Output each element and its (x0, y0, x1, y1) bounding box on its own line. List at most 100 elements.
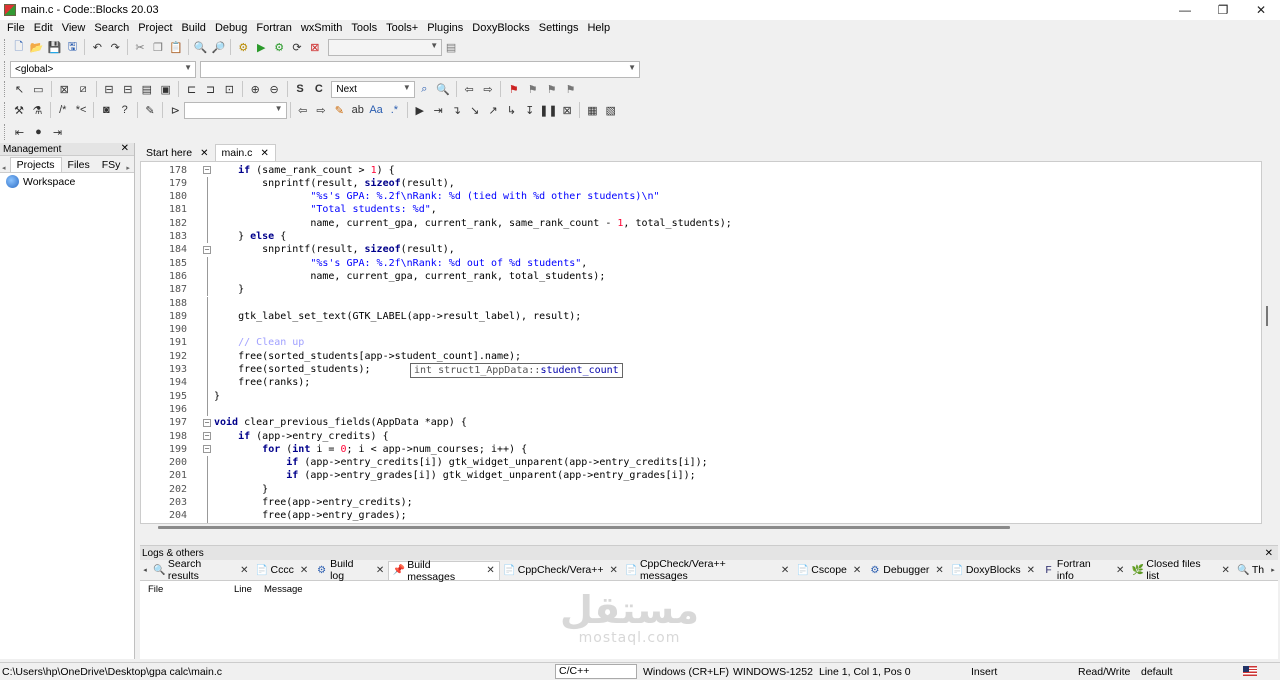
column-message[interactable]: Message (264, 584, 303, 595)
code-line[interactable]: 196 (141, 402, 1261, 417)
code-line[interactable]: 193 free(sorted_students); (141, 363, 1261, 377)
loop-icon[interactable]: ⊟ (101, 81, 117, 97)
clear-bookmarks-icon[interactable]: ⚑ (563, 81, 579, 97)
doxy-wizard-icon[interactable]: ⚒ (11, 102, 26, 118)
code-line[interactable]: 190 (141, 323, 1261, 337)
close-icon[interactable]: ✕ (121, 143, 129, 154)
code-line[interactable]: 188 (141, 296, 1261, 310)
abort-icon[interactable]: ⊠ (307, 39, 322, 55)
menu-wxsmith[interactable]: wxSmith (298, 22, 349, 34)
menu-settings[interactable]: Settings (536, 22, 585, 34)
close-icon[interactable]: ✕ (1221, 565, 1229, 576)
close-icon[interactable]: ✕ (486, 565, 494, 576)
build-and-run-icon[interactable]: ⚙ (272, 39, 287, 55)
chm-docs-icon[interactable]: ? (117, 102, 132, 118)
new-file-icon[interactable]: 🗋 (11, 39, 26, 55)
previous-marker-icon[interactable]: ⇤ (12, 124, 28, 140)
close-icon[interactable]: ✕ (1265, 548, 1273, 559)
toolbar-grip[interactable] (4, 61, 7, 77)
close-icon[interactable]: ✕ (781, 565, 789, 576)
code-line[interactable]: 197 − void clear_previous_fields(AppData *… (141, 416, 1261, 429)
tab-start-here[interactable]: Start here ✕ (140, 145, 215, 161)
debug-info-icon[interactable]: ▧ (603, 102, 618, 118)
close-icon[interactable]: ✕ (853, 565, 861, 576)
pointer-icon[interactable]: ↖ (11, 81, 27, 97)
switch-icon[interactable]: ▤ (139, 81, 155, 97)
tab-scroll-right-icon[interactable]: ▸ (126, 164, 134, 172)
tab-scroll-left-icon[interactable]: ◂ (140, 566, 150, 574)
close-icon[interactable]: ✕ (200, 148, 208, 159)
debug-windows-icon[interactable]: ▦ (585, 102, 600, 118)
build-icon[interactable]: ⚙ (236, 39, 251, 55)
function-combo[interactable]: ▼ (200, 60, 640, 78)
switch-alt-icon[interactable]: ▣ (158, 81, 174, 97)
next-line-icon[interactable]: ↴ (449, 102, 464, 118)
toolbar-grip[interactable] (4, 81, 7, 97)
fold-toggle-icon[interactable]: − (203, 418, 211, 427)
fold-toggle-icon[interactable]: − (203, 432, 211, 440)
maximize-button[interactable]: ❐ (1204, 0, 1242, 20)
close-icon[interactable]: ✕ (1027, 565, 1035, 576)
toolbar-grip[interactable] (4, 124, 7, 140)
menu-view[interactable]: View (59, 22, 92, 34)
run-to-cursor-icon[interactable]: ⇥ (430, 102, 445, 118)
tab-scroll-right-icon[interactable]: ▸ (1268, 566, 1278, 574)
fold-toggle-icon[interactable]: − (203, 166, 211, 174)
code-line[interactable]: 181 "Total students: %d", (141, 203, 1261, 217)
logs-tab-cppcheck-vera[interactable]: 📄 CppCheck/Vera++ ✕ (500, 561, 622, 580)
doxy-extract-icon[interactable]: ⚗ (30, 102, 45, 118)
close-icon[interactable]: ✕ (935, 565, 943, 576)
vertical-scrollbar[interactable] (1266, 306, 1268, 326)
code-line[interactable]: 203 free(app->entry_credits); (141, 496, 1261, 510)
find-in-files-icon[interactable]: ⌕ (416, 81, 432, 97)
thread-forward-icon[interactable]: ⇨ (313, 102, 328, 118)
jump-forward-icon[interactable]: ⇨ (480, 81, 496, 97)
regex-icon[interactable]: .* (387, 102, 402, 118)
logs-tab-build-messages[interactable]: 📌 Build messages ✕ (388, 559, 500, 583)
tab-files[interactable]: Files (62, 158, 96, 172)
logs-tab-cccc[interactable]: 📄 Cccc ✕ (252, 561, 312, 580)
code-line[interactable]: 183 } else { (141, 230, 1261, 244)
logs-tab-doxyblocks[interactable]: 📄 DoxyBlocks ✕ (948, 561, 1039, 580)
prev-bookmark-icon[interactable]: ⚑ (525, 81, 541, 97)
return-icon[interactable]: ⊡ (221, 81, 237, 97)
replace-icon[interactable]: 🔎 (211, 39, 226, 55)
close-icon[interactable]: ✕ (376, 565, 384, 576)
step-into-icon[interactable]: ↘ (467, 102, 482, 118)
thread-search-combo[interactable]: ▼ (184, 101, 287, 119)
loop-alt-icon[interactable]: ⊟ (120, 81, 136, 97)
status-language[interactable]: C/C++ (555, 664, 637, 679)
code-line[interactable]: 187 } (141, 283, 1261, 297)
menu-search[interactable]: Search (91, 22, 135, 34)
step-out-icon[interactable]: ↗ (485, 102, 500, 118)
next-marker-icon[interactable]: ⇥ (50, 124, 66, 140)
scope-combo[interactable]: <global> ▼ (10, 60, 196, 78)
close-icon[interactable]: ✕ (610, 565, 618, 576)
block-comment-icon[interactable]: /* (55, 102, 70, 118)
code-line[interactable]: 178 − if (same_rank_count > 1) { (141, 164, 1261, 177)
menu-fortran[interactable]: Fortran (253, 22, 297, 34)
tab-fsymbols[interactable]: FSy (96, 158, 127, 172)
code-line[interactable]: 202 } (141, 482, 1261, 496)
menu-project[interactable]: Project (135, 22, 178, 34)
zoom-out-icon[interactable]: ⊖ (266, 81, 282, 97)
highlight-icon[interactable]: ✎ (332, 102, 347, 118)
tab-projects[interactable]: Projects (9, 157, 62, 172)
build-target-combo[interactable]: ▼ (327, 38, 443, 56)
close-button[interactable]: ✕ (1242, 0, 1280, 20)
match-case-icon[interactable]: ab (350, 102, 365, 118)
close-icon[interactable]: ✕ (260, 148, 268, 159)
copy-icon[interactable]: ❐ (150, 39, 165, 55)
save-all-icon[interactable]: 🖫 (65, 39, 80, 55)
html-docs-icon[interactable]: ◙ (99, 102, 114, 118)
menu-edit[interactable]: Edit (31, 22, 59, 34)
find-icon[interactable]: 🔍 (193, 39, 208, 55)
close-icon[interactable]: ✕ (240, 565, 248, 576)
tab-main-c[interactable]: main.c ✕ (214, 144, 276, 161)
menu-tools-plus[interactable]: Tools+ (383, 22, 424, 34)
pause-icon[interactable]: ❚❚ (539, 102, 557, 118)
fold-toggle-icon[interactable]: − (203, 445, 211, 454)
next-instruction-icon[interactable]: ↳ (504, 102, 519, 118)
cut-icon[interactable]: ✂ (133, 39, 148, 55)
menu-build[interactable]: Build (178, 22, 211, 34)
